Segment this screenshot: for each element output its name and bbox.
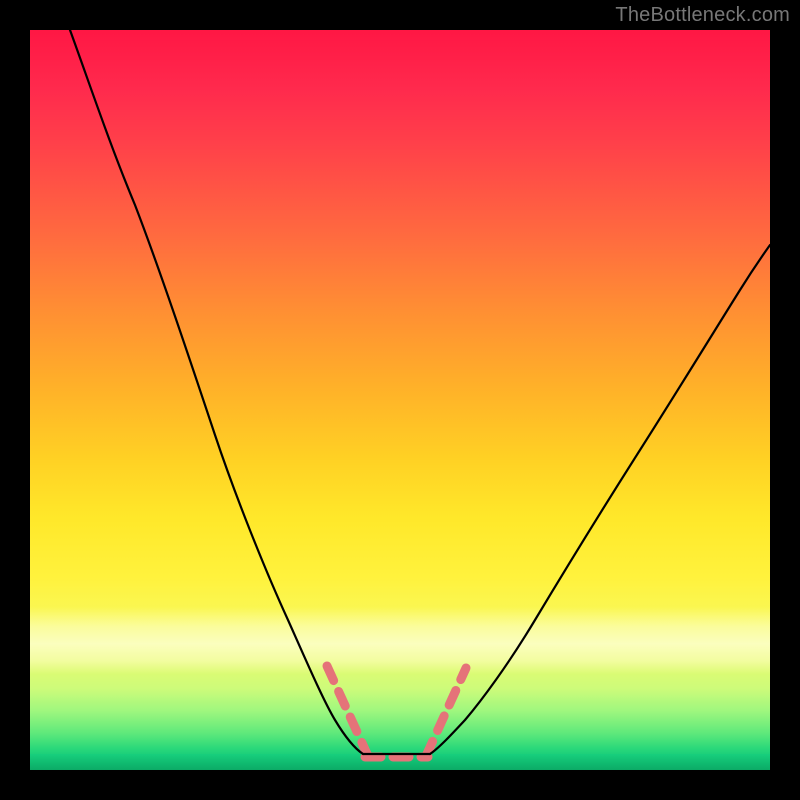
v-curve [70, 30, 770, 754]
chart-frame: TheBottleneck.com [0, 0, 800, 800]
highlight-right [426, 668, 466, 756]
highlight-group [327, 666, 466, 757]
highlight-left [327, 666, 368, 756]
right-arm [430, 245, 770, 754]
left-arm [70, 30, 363, 754]
curve-overlay [30, 30, 770, 770]
plot-area [30, 30, 770, 770]
watermark-text: TheBottleneck.com [615, 4, 790, 27]
